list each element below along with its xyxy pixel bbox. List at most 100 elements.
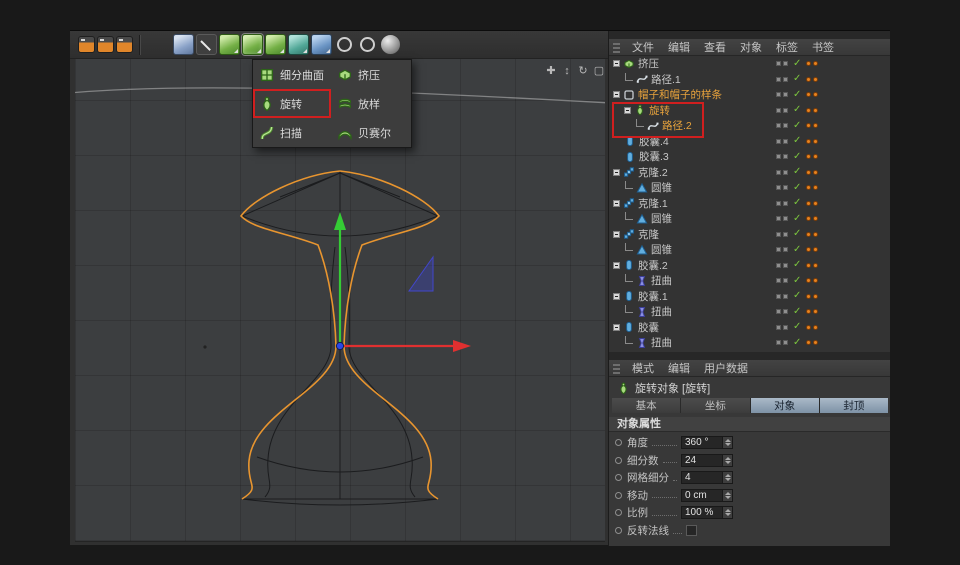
editor-visibility-dot[interactable] xyxy=(776,200,781,206)
spinner-arrows[interactable] xyxy=(722,472,732,483)
am-menu-编辑[interactable]: 编辑 xyxy=(661,360,697,376)
tag-dot-icon[interactable] xyxy=(813,200,819,206)
enabled-check-icon[interactable]: ✓ xyxy=(793,291,801,301)
tag-dot-icon[interactable] xyxy=(806,324,812,330)
tag-dot-icon[interactable] xyxy=(813,123,819,129)
tag-dot-icon[interactable] xyxy=(806,200,812,206)
tag-dot-icon[interactable] xyxy=(806,309,812,315)
enabled-check-icon[interactable]: ✓ xyxy=(793,322,801,332)
render-visibility-dot[interactable] xyxy=(783,169,788,175)
tag-dot-icon[interactable] xyxy=(813,138,819,144)
render-visibility-dot[interactable] xyxy=(783,61,788,67)
menu-item-bezier[interactable]: 贝赛尔 xyxy=(331,118,409,147)
om-menu-书签[interactable]: 书签 xyxy=(805,39,841,55)
object-row[interactable]: 克隆.1 ✓ xyxy=(609,196,890,212)
material-sphere-button[interactable] xyxy=(380,34,401,55)
keyframe-circle-icon[interactable] xyxy=(615,527,622,534)
object-row[interactable]: 扭曲 ✓ xyxy=(609,273,890,289)
am-menu-模式[interactable]: 模式 xyxy=(625,360,661,376)
om-menu-查看[interactable]: 查看 xyxy=(697,39,733,55)
tag-dot-icon[interactable] xyxy=(813,324,819,330)
menu-item-extrude[interactable]: 挤压 xyxy=(331,60,409,89)
spinner-up-icon[interactable] xyxy=(724,491,731,495)
enabled-check-icon[interactable]: ✓ xyxy=(793,105,801,115)
plane-handle[interactable] xyxy=(408,255,434,292)
tag-dot-icon[interactable] xyxy=(806,61,812,67)
enabled-check-icon[interactable]: ✓ xyxy=(793,198,801,208)
enabled-check-icon[interactable]: ✓ xyxy=(793,275,801,286)
tag-dot-icon[interactable] xyxy=(806,278,812,284)
editor-visibility-dot[interactable] xyxy=(776,278,781,284)
editor-visibility-dot[interactable] xyxy=(776,169,781,175)
render-visibility-dot[interactable] xyxy=(783,231,788,237)
tag-dot-icon[interactable] xyxy=(806,138,812,144)
tag-dot-icon[interactable] xyxy=(806,216,812,222)
light-button[interactable] xyxy=(357,34,378,55)
orbit-icon[interactable]: ↻ xyxy=(577,65,589,78)
object-row[interactable]: 帽子和帽子的样条 ✓ xyxy=(609,87,890,103)
editor-visibility-dot[interactable] xyxy=(776,324,781,330)
editor-visibility-dot[interactable] xyxy=(776,61,781,67)
axis-y-arrow[interactable] xyxy=(334,212,346,342)
enabled-check-icon[interactable]: ✓ xyxy=(793,337,801,348)
expand-toggle[interactable] xyxy=(613,60,620,68)
enabled-check-icon[interactable]: ✓ xyxy=(793,136,801,146)
render-visibility-dot[interactable] xyxy=(783,324,788,330)
menu-item-lathe[interactable]: 旋转 xyxy=(253,89,331,118)
editor-visibility-dot[interactable] xyxy=(776,76,781,82)
keyframe-circle-icon[interactable] xyxy=(615,509,622,516)
om-menu-编辑[interactable]: 编辑 xyxy=(661,39,697,55)
enabled-check-icon[interactable]: ✓ xyxy=(793,182,801,193)
enabled-check-icon[interactable]: ✓ xyxy=(793,213,801,224)
object-row[interactable]: 扭曲 ✓ xyxy=(609,335,890,351)
am-menu-用户数据[interactable]: 用户数据 xyxy=(697,360,755,376)
tab-坐标[interactable]: 坐标 xyxy=(681,398,750,413)
render-visibility-dot[interactable] xyxy=(783,278,788,284)
expand-toggle[interactable] xyxy=(613,168,620,176)
tag-dot-icon[interactable] xyxy=(806,185,812,191)
tag-dot-icon[interactable] xyxy=(806,231,812,237)
menu-item-loft[interactable]: 放样 xyxy=(331,89,409,118)
tag-dot-icon[interactable] xyxy=(813,216,819,222)
tag-dot-icon[interactable] xyxy=(813,340,819,346)
expand-toggle[interactable] xyxy=(613,199,620,207)
editor-visibility-dot[interactable] xyxy=(776,340,781,346)
panel-grip-icon[interactable] xyxy=(613,41,620,53)
spinner-up-icon[interactable] xyxy=(724,509,731,512)
camera-button[interactable] xyxy=(334,34,355,55)
tag-dot-icon[interactable] xyxy=(813,61,819,67)
expand-toggle[interactable] xyxy=(613,230,620,238)
render-visibility-dot[interactable] xyxy=(783,293,788,299)
editor-visibility-dot[interactable] xyxy=(776,231,781,237)
axis-origin-handle[interactable] xyxy=(335,341,345,351)
spinner-up-icon[interactable] xyxy=(724,456,731,460)
editor-visibility-dot[interactable] xyxy=(776,293,781,299)
tag-dot-icon[interactable] xyxy=(813,278,819,284)
editor-visibility-dot[interactable] xyxy=(776,216,781,222)
render-visibility-dot[interactable] xyxy=(783,107,788,113)
keyframe-circle-icon[interactable] xyxy=(615,456,622,464)
object-row[interactable]: 圆锥 ✓ xyxy=(609,211,890,227)
render-visibility-dot[interactable] xyxy=(783,340,788,346)
enabled-check-icon[interactable]: ✓ xyxy=(793,260,801,270)
editor-visibility-dot[interactable] xyxy=(776,138,781,144)
enabled-check-icon[interactable]: ✓ xyxy=(793,244,801,255)
tag-dot-icon[interactable] xyxy=(806,262,812,268)
render-to-picture-viewer-button[interactable] xyxy=(97,36,114,53)
enabled-check-icon[interactable]: ✓ xyxy=(793,120,801,131)
om-menu-标签[interactable]: 标签 xyxy=(769,39,805,55)
object-row[interactable]: 胶囊.2 ✓ xyxy=(609,258,890,274)
render-visibility-dot[interactable] xyxy=(783,200,788,206)
tab-基本[interactable]: 基本 xyxy=(612,398,681,413)
spinner-arrows[interactable] xyxy=(722,437,732,448)
axis-x-arrow[interactable] xyxy=(344,340,471,352)
object-row[interactable]: 胶囊.3 ✓ xyxy=(609,149,890,165)
object-row[interactable]: 挤压 ✓ xyxy=(609,56,890,72)
spinner-up-icon[interactable] xyxy=(724,474,731,477)
tag-dot-icon[interactable] xyxy=(813,185,819,191)
editor-visibility-dot[interactable] xyxy=(776,309,781,315)
keyframe-circle-icon[interactable] xyxy=(615,474,622,481)
editor-visibility-dot[interactable] xyxy=(776,247,781,253)
tag-dot-icon[interactable] xyxy=(813,247,819,253)
spinner-arrows[interactable] xyxy=(722,489,732,501)
